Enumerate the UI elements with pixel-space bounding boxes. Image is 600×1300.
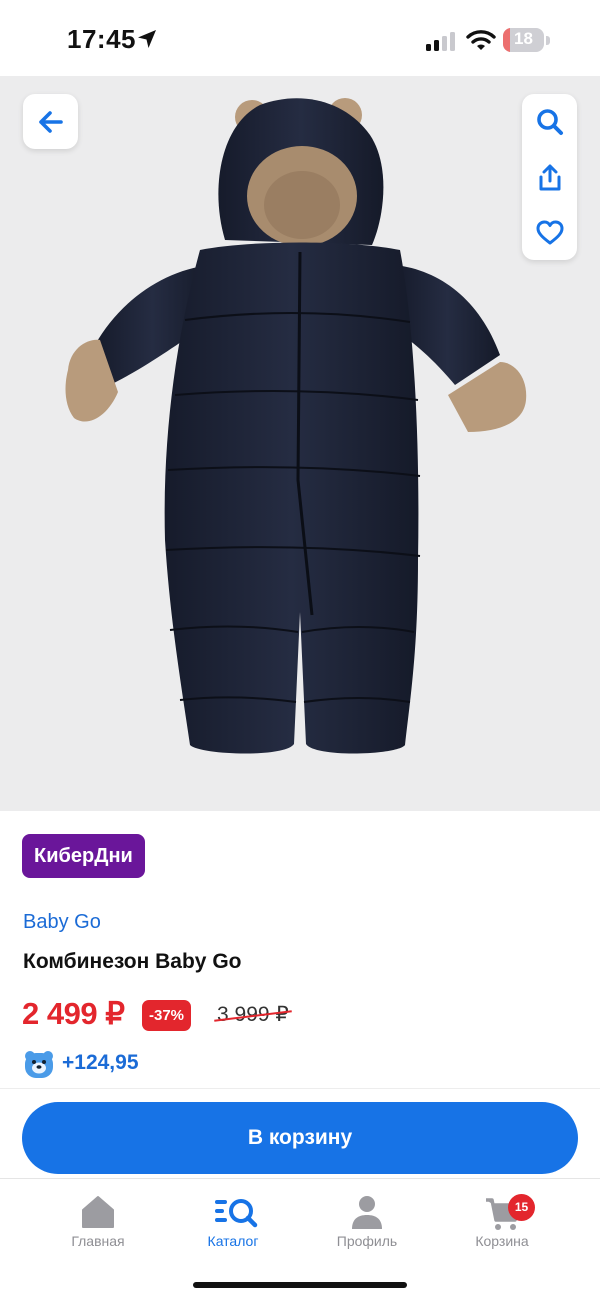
back-button[interactable] xyxy=(23,94,78,149)
tab-profile[interactable]: Профиль xyxy=(307,1190,427,1260)
bonus-points: +124,95 xyxy=(62,1051,139,1074)
location-arrow-icon xyxy=(138,30,156,48)
tab-catalog-label: Каталог xyxy=(207,1233,259,1249)
status-bar: 17:45 18 xyxy=(0,0,600,76)
tab-home-label: Главная xyxy=(71,1233,125,1249)
wifi-icon xyxy=(466,30,496,50)
battery-level: 18 xyxy=(514,29,533,48)
product-image xyxy=(65,98,527,754)
share-icon xyxy=(539,164,560,190)
arrow-left-icon xyxy=(38,110,63,133)
home-icon xyxy=(82,1196,114,1228)
tab-home[interactable]: Главная xyxy=(38,1190,158,1260)
product-actions-panel xyxy=(522,94,577,260)
add-to-cart-label: В корзину xyxy=(247,1126,353,1149)
favorite-button[interactable] xyxy=(522,205,577,260)
tab-profile-label: Профиль xyxy=(336,1233,398,1249)
status-time: 17:45 xyxy=(67,24,136,54)
profile-icon xyxy=(352,1196,382,1229)
product-title: Комбинезон Baby Go xyxy=(23,950,242,973)
tab-catalog[interactable]: Каталог xyxy=(173,1190,293,1260)
search-icon xyxy=(536,108,563,135)
discount-badge: -37% xyxy=(142,1000,192,1031)
search-button[interactable] xyxy=(522,94,577,149)
tab-bar-divider xyxy=(0,1178,600,1179)
heart-icon xyxy=(536,220,563,244)
cellular-signal-icon xyxy=(426,32,455,51)
add-to-cart-button[interactable]: В корзину xyxy=(22,1102,578,1174)
brand-link[interactable]: Baby Go xyxy=(23,911,101,934)
current-price: 2 499 ₽ xyxy=(22,996,125,1031)
product-gallery[interactable] xyxy=(0,76,600,811)
home-indicator xyxy=(193,1282,407,1288)
promo-badge[interactable]: КиберДни xyxy=(22,834,145,878)
tab-cart[interactable]: 15 Корзина xyxy=(442,1190,562,1260)
share-button[interactable] xyxy=(522,150,577,205)
bonus-bear-icon xyxy=(25,1051,53,1078)
cart-count-badge: 15 xyxy=(508,1194,535,1221)
battery-indicator: 18 xyxy=(503,28,550,52)
tab-cart-label: Корзина xyxy=(475,1233,529,1249)
catalog-search-icon xyxy=(215,1199,258,1228)
divider xyxy=(0,1088,600,1089)
